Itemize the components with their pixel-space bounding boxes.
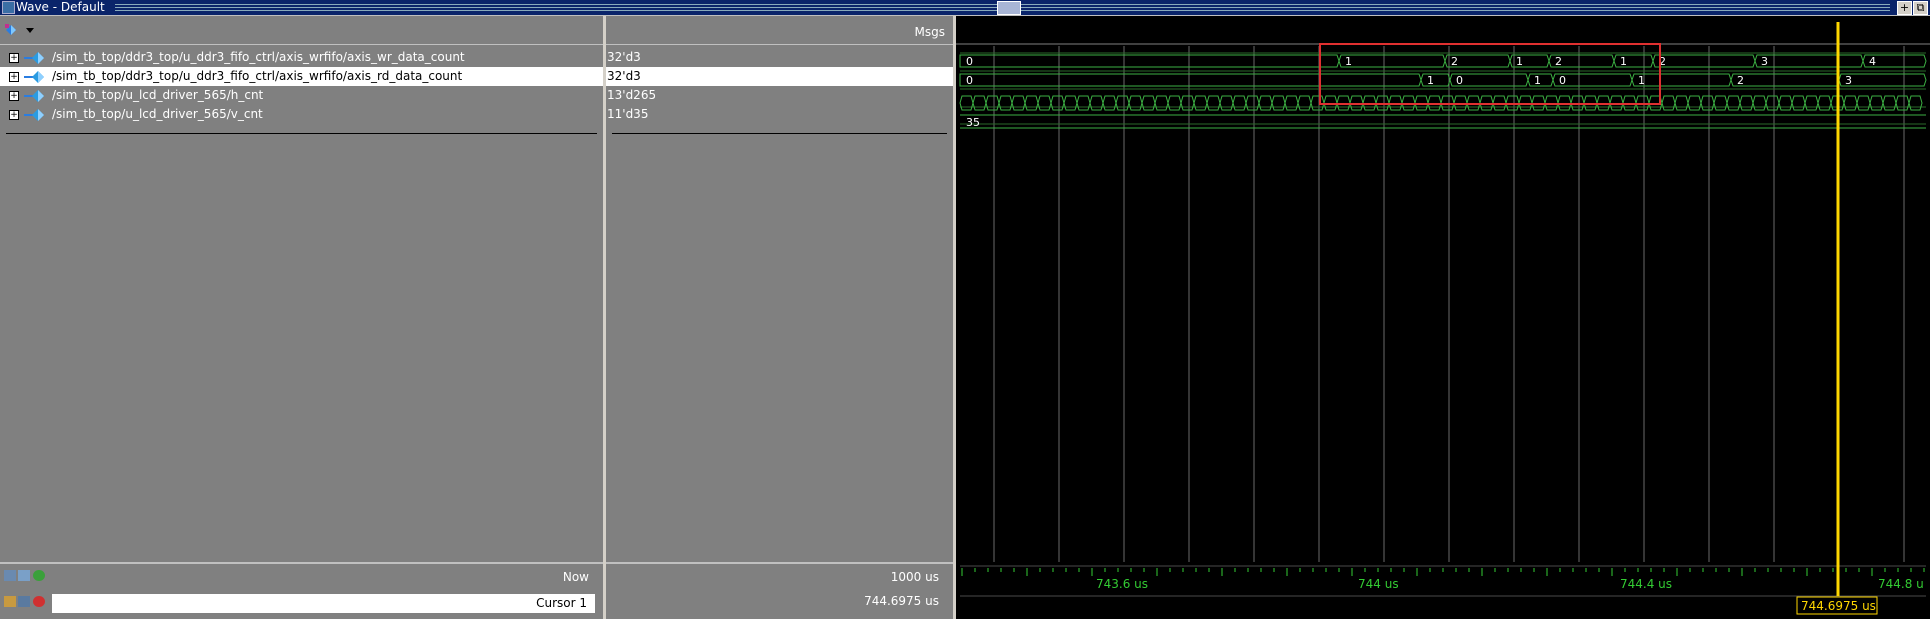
rd-count-wave-value-label: 1 <box>1427 74 1434 87</box>
signal-value-row[interactable]: 32'd3 <box>606 48 953 67</box>
expand-icon[interactable]: + <box>9 110 19 120</box>
signal-value: 13'd265 <box>607 88 657 102</box>
timeline-label: 744.8 u <box>1878 577 1924 591</box>
values-header: Msgs <box>606 16 953 45</box>
signal-value: 32'd3 <box>607 50 641 64</box>
wr-count-wave-value-label: 2 <box>1451 55 1458 68</box>
window-menu-icon[interactable] <box>2 1 15 14</box>
rd-count-wave-value-label: 1 <box>1534 74 1541 87</box>
window-icon[interactable] <box>18 570 30 581</box>
waveform-pane[interactable]: 0 1 2 1 2 1 2 3 4 0 1 0 1 0 1 2 3 35 743.6 us 744 us 744.4 u… <box>956 16 1930 619</box>
signal-row[interactable]: + /sim_tb_top/u_lcd_driver_565/h_cnt <box>0 86 603 105</box>
rd-count-wave-value-label: 1 <box>1638 74 1645 87</box>
signal-row[interactable]: + /sim_tb_top/ddr3_top/u_ddr3_fifo_ctrl/a… <box>0 67 603 86</box>
wave-tool-icon[interactable] <box>4 22 22 38</box>
wr-count-wave-value-label: 1 <box>1620 55 1627 68</box>
signal-value: 11'd35 <box>607 107 649 121</box>
rd-count-wave-segment <box>959 73 1422 87</box>
wr-count-wave-segment <box>1338 54 1446 68</box>
wr-count-wave-segment <box>1652 54 1756 68</box>
signal-name: /sim_tb_top/ddr3_top/u_ddr3_fifo_ctrl/ax… <box>52 69 463 83</box>
signal-value-row[interactable]: 32'd3 <box>606 67 953 86</box>
delete-cursor-icon[interactable] <box>33 596 45 607</box>
wr-count-wave-value-label: 0 <box>966 55 973 68</box>
wr-count-wave-value-label: 1 <box>1345 55 1352 68</box>
wr-count-wave-segment <box>1754 54 1864 68</box>
signal-names-pane: + /sim_tb_top/ddr3_top/u_ddr3_fifo_ctrl/a… <box>0 16 603 619</box>
signal-name: /sim_tb_top/u_lcd_driver_565/v_cnt <box>52 107 263 121</box>
signal-row[interactable]: + /sim_tb_top/u_lcd_driver_565/v_cnt <box>0 105 603 124</box>
rd-count-wave-segment <box>1730 73 1840 87</box>
add-cursor-icon[interactable] <box>33 570 45 581</box>
wr-count-wave-segment <box>959 54 1340 68</box>
names-header <box>0 16 603 45</box>
chevron-down-icon[interactable] <box>26 28 34 34</box>
rd-count-wave-segment <box>1631 73 1732 87</box>
undock-button[interactable]: ⧉ <box>1913 1 1928 15</box>
signal-bus-icon <box>24 109 44 121</box>
values-list-end <box>612 133 947 134</box>
wr-count-wave-value-label: 2 <box>1555 55 1562 68</box>
wr-count-wave-value-label: 3 <box>1761 55 1768 68</box>
signal-value-row[interactable]: 11'd35 <box>606 105 953 124</box>
expand-icon[interactable]: + <box>9 53 19 63</box>
titlebar-drag-grip[interactable] <box>115 1 1890 15</box>
values-bottom-bar: 1000 us 744.6975 us <box>606 562 953 619</box>
v-cnt-wave <box>960 114 1926 129</box>
zoom-icon[interactable] <box>4 570 16 581</box>
signal-name: /sim_tb_top/u_lcd_driver_565/h_cnt <box>52 88 264 102</box>
drag-handle[interactable] <box>997 1 1021 15</box>
signal-bus-icon <box>24 52 44 64</box>
v-cnt-value-label: 35 <box>966 116 980 129</box>
wr-count-wave-value-label: 1 <box>1516 55 1523 68</box>
rd-count-wave-value-label: 0 <box>1456 74 1463 87</box>
signal-values-pane: Msgs 32'd3 32'd3 13'd265 11'd35 1000 us 744… <box>606 16 953 619</box>
rd-count-wave-segment <box>1838 73 1927 87</box>
timeline-label: 743.6 us <box>1096 577 1148 591</box>
rd-count-wave-value-label: 0 <box>1559 74 1566 87</box>
window-title: Wave - Default <box>16 0 105 14</box>
signal-bus-icon <box>24 71 44 83</box>
expand-icon[interactable]: + <box>9 72 19 82</box>
names-list-end <box>6 133 597 134</box>
rd-count-wave-value-label: 2 <box>1737 74 1744 87</box>
timeline-label: 744.4 us <box>1620 577 1672 591</box>
timeline-label: 744 us <box>1358 577 1399 591</box>
rd-count-wave-segment <box>1420 73 1451 87</box>
maximize-button[interactable]: + <box>1897 1 1912 15</box>
cursor-time-label: 744.6975 us <box>1801 599 1876 613</box>
wr-count-wave-value-label: 4 <box>1869 55 1876 68</box>
edit-cursor-icon[interactable] <box>18 596 30 607</box>
cursor-value: 744.6975 us <box>864 594 939 608</box>
waveform-canvas[interactable]: 0 1 2 1 2 1 2 3 40 1 0 1 0 1 2 335743.6 us 744 us 744.4 u… <box>956 16 1930 619</box>
now-value: 1000 us <box>890 570 939 584</box>
lock-icon[interactable] <box>4 596 16 607</box>
signal-name: /sim_tb_top/ddr3_top/u_ddr3_fifo_ctrl/ax… <box>52 50 465 64</box>
rd-count-wave-value-label: 3 <box>1845 74 1852 87</box>
signal-value-row[interactable]: 13'd265 <box>606 86 953 105</box>
signal-row[interactable]: + /sim_tb_top/ddr3_top/u_ddr3_fifo_ctrl/a… <box>0 48 603 67</box>
now-label: Now <box>562 570 589 584</box>
names-bottom-bar: Now Cursor 1 <box>0 562 603 619</box>
expand-icon[interactable]: + <box>9 91 19 101</box>
signal-value: 32'd3 <box>607 69 641 83</box>
msgs-label: Msgs <box>914 25 945 39</box>
signal-bus-icon <box>24 90 44 102</box>
cursor-name-field[interactable]: Cursor 1 <box>52 594 595 613</box>
window-titlebar: Wave - Default + ⧉ <box>0 0 1930 15</box>
rd-count-wave-value-label: 0 <box>966 74 973 87</box>
